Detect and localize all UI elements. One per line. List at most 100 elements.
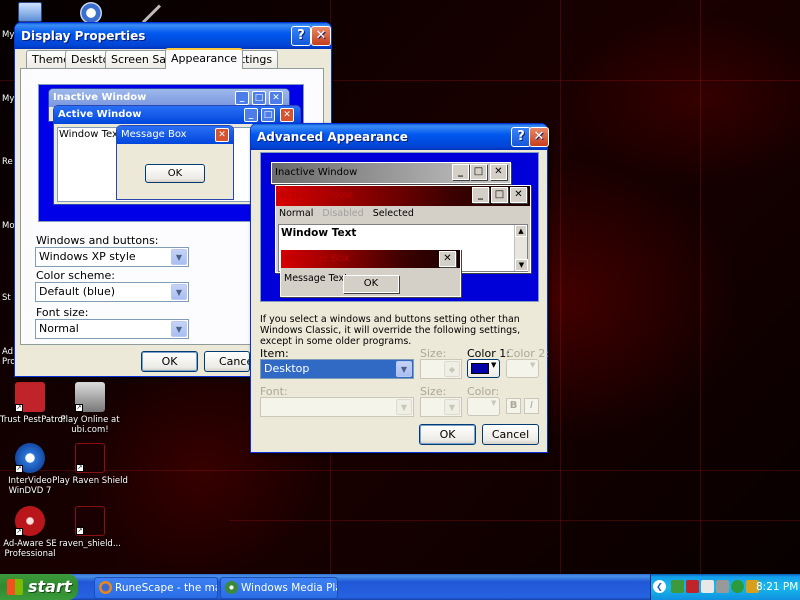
desktop-icon-raven-shield-file[interactable]: ↗ raven_shield... xyxy=(52,506,128,549)
minimize-icon: _ xyxy=(235,91,249,105)
windows-buttons-select[interactable]: Windows XP style ▼ xyxy=(35,247,189,267)
classic-inactive-title: Inactive Window xyxy=(275,167,358,178)
classic-window-text: Window Text xyxy=(281,227,357,239)
raven-shield-icon: ↗ xyxy=(75,443,105,473)
close-icon: ✕ xyxy=(280,108,294,122)
desktop-icon-label: Play Online at ubi.com! xyxy=(60,415,120,435)
ubi-play-icon: ↗ xyxy=(75,382,105,412)
scroll-down-icon: ▼ xyxy=(515,259,528,271)
my-computer-icon[interactable] xyxy=(18,2,42,22)
display-icon[interactable] xyxy=(701,580,714,593)
advanced-ok-button[interactable]: OK xyxy=(419,424,476,445)
color-scheme-select[interactable]: Default (blue) ▼ xyxy=(35,282,189,302)
font-color-button[interactable]: ▼ xyxy=(467,397,500,416)
desktop-label-partial: Ad xyxy=(2,347,14,357)
shortcut-arrow-icon: ↗ xyxy=(76,527,84,535)
windows-buttons-value: Windows XP style xyxy=(39,250,136,263)
messenger-icon[interactable] xyxy=(731,580,744,593)
classic-menu-bar: Normal Disabled Selected xyxy=(276,206,530,222)
font-size-value: Normal xyxy=(39,322,79,335)
chevron-down-icon[interactable]: ▼ xyxy=(444,399,460,415)
help-button[interactable]: ? xyxy=(511,127,531,147)
display-cancel-button[interactable]: Cancel xyxy=(204,351,250,372)
color1-swatch xyxy=(471,363,489,374)
sword-icon[interactable] xyxy=(141,4,162,24)
bold-button[interactable]: B xyxy=(506,398,521,414)
display-properties-titlebar[interactable]: Display Properties ? ✕ xyxy=(15,23,331,49)
desktop-icon-label: raven_shield... xyxy=(59,539,121,549)
preview-message-box: Message Box ✕ OK xyxy=(116,125,234,200)
taskbar-item-label: Windows Media Player xyxy=(241,582,337,594)
taskbar-item-label: RuneScape - the mas... xyxy=(115,582,217,594)
close-icon: ✕ xyxy=(439,251,456,267)
minimize-icon: _ xyxy=(472,187,489,203)
adaware-icon: ↗ xyxy=(15,506,45,536)
shortcut-arrow-icon: ↗ xyxy=(15,404,23,412)
size-input[interactable]: ◆ xyxy=(420,359,462,379)
sound-icon[interactable] xyxy=(716,580,729,593)
classic-ok-button: OK xyxy=(343,275,399,293)
start-button[interactable]: start xyxy=(0,574,78,600)
support-icon[interactable] xyxy=(80,2,102,24)
shortcut-arrow-icon: ↗ xyxy=(15,465,23,473)
close-button[interactable]: ✕ xyxy=(311,26,331,46)
classic-message-box: Message Box ✕ Message Text OK xyxy=(280,249,461,297)
chevron-down-icon[interactable]: ▼ xyxy=(171,284,187,300)
network-icon[interactable] xyxy=(671,580,684,593)
window-title: Display Properties xyxy=(21,29,146,43)
shortcut-arrow-icon: ↗ xyxy=(75,404,83,412)
close-button[interactable]: ✕ xyxy=(529,127,549,147)
help-button[interactable]: ? xyxy=(291,26,311,46)
close-icon: ✕ xyxy=(215,128,229,142)
preview-ok-button: OK xyxy=(145,164,205,183)
security-icon[interactable] xyxy=(686,580,699,593)
chevron-down-icon[interactable]: ▼ xyxy=(396,361,412,377)
maximize-icon: □ xyxy=(252,91,266,105)
display-ok-button[interactable]: OK xyxy=(141,351,198,372)
stepper-icon[interactable]: ◆ xyxy=(444,361,460,377)
close-icon: ✕ xyxy=(510,187,527,203)
font-select[interactable]: ▼ xyxy=(260,397,414,417)
chevron-down-icon: ▼ xyxy=(530,361,536,369)
advanced-appearance-titlebar[interactable]: Advanced Appearance ? ✕ xyxy=(251,124,549,150)
firefox-icon xyxy=(99,581,112,594)
shortcut-arrow-icon: ↗ xyxy=(76,464,84,472)
taskbar-item-runescape[interactable]: RuneScape - the mas... xyxy=(94,577,218,599)
desktop-label-partial: My xyxy=(2,30,15,40)
color1-button[interactable]: ▼ xyxy=(467,359,500,378)
chevron-down-icon: ▼ xyxy=(491,399,497,407)
tab-appearance[interactable]: Appearance xyxy=(165,48,244,69)
menu-selected: Selected xyxy=(372,208,414,219)
font-size-select-adv[interactable]: ▼ xyxy=(420,397,462,417)
chevron-down-icon[interactable]: ▼ xyxy=(171,321,187,337)
chevron-down-icon[interactable]: ▼ xyxy=(396,399,412,415)
menu-normal: Normal xyxy=(279,208,314,219)
windvd-icon: ↗ xyxy=(15,443,45,473)
taskbar-item-media-player[interactable]: Windows Media Player xyxy=(220,577,338,599)
desktop-label-partial: St xyxy=(2,293,11,303)
close-icon: ✕ xyxy=(533,129,545,144)
help-icon: ? xyxy=(517,129,525,144)
preview-inactive-title: Inactive Window xyxy=(53,92,147,103)
desktop-icon-ubi[interactable]: ↗ Play Online at ubi.com! xyxy=(52,382,128,435)
chevron-down-icon: ▼ xyxy=(491,361,497,369)
etrust-icon: ↗ xyxy=(15,382,45,412)
close-icon: ✕ xyxy=(315,28,327,43)
color2-button[interactable]: ▼ xyxy=(506,359,539,378)
close-icon: ✕ xyxy=(269,91,283,105)
classic-scrollbar: ▲ ▼ xyxy=(514,225,528,271)
maximize-icon: □ xyxy=(491,187,508,203)
advanced-cancel-button[interactable]: Cancel xyxy=(482,424,539,445)
item-select[interactable]: Desktop ▼ xyxy=(260,359,414,379)
advanced-info-text: If you select a windows and buttons sett… xyxy=(260,314,521,347)
chevron-down-icon[interactable]: ▼ xyxy=(171,249,187,265)
font-size-select[interactable]: Normal ▼ xyxy=(35,319,189,339)
windows-flag-icon xyxy=(7,579,23,595)
classic-active-title: Active Window xyxy=(279,190,353,201)
italic-button[interactable]: I xyxy=(524,398,539,414)
help-icon: ? xyxy=(297,28,305,43)
color-scheme-label: Color scheme: xyxy=(36,269,115,282)
desktop-icon-raven-shield[interactable]: ↗ Play Raven Shield xyxy=(52,443,128,486)
tray-expand-icon[interactable]: ❮ xyxy=(653,580,666,593)
taskbar-clock[interactable]: 8:21 PM xyxy=(756,574,798,600)
